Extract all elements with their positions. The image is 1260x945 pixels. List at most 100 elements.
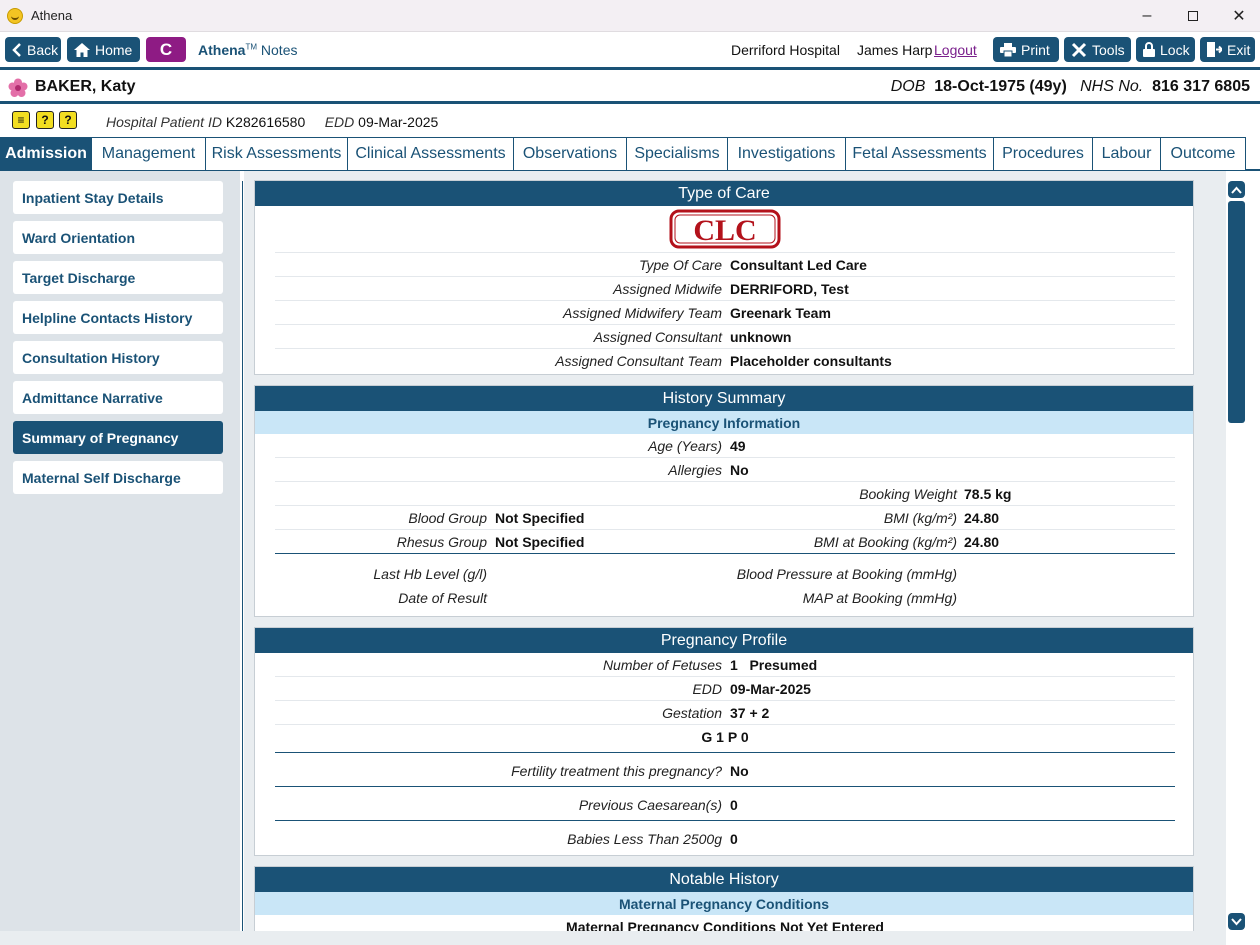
chevron-up-icon	[1231, 186, 1242, 194]
flower-icon	[8, 78, 28, 98]
booking-weight-row: Booking Weight 78.5 kg	[275, 482, 1175, 506]
clc-stamp-row: CLC	[275, 209, 1175, 253]
help-alert-icon[interactable]: ?	[36, 111, 54, 129]
chevron-left-icon	[12, 42, 22, 58]
hospital-name: Derriford Hospital	[731, 42, 840, 58]
patient-name: BAKER, Katy	[35, 78, 136, 95]
home-button[interactable]: Home	[67, 37, 140, 62]
maximize-button[interactable]	[1170, 0, 1216, 32]
minimize-button[interactable]: –	[1124, 0, 1170, 32]
previous-caesarean-row: Previous Caesarean(s) 0	[275, 793, 1175, 821]
print-button[interactable]: Print	[993, 37, 1059, 62]
tab-clinical-assessments[interactable]: Clinical Assessments	[347, 137, 514, 170]
list-alert-icon[interactable]: ≡	[12, 111, 30, 129]
patient-sub-banner: ≡ ? ? Hospital Patient ID K282616580 EDD…	[0, 107, 1260, 137]
lock-icon	[1143, 42, 1155, 58]
tools-label: Tools	[1092, 41, 1125, 58]
pregnancy-profile-header: Pregnancy Profile	[255, 628, 1193, 653]
tab-outcome[interactable]: Outcome	[1160, 137, 1246, 170]
sidebar-item-ward-orientation[interactable]: Ward Orientation	[13, 221, 223, 254]
history-summary-header: History Summary	[255, 386, 1193, 411]
blood-group-row: Blood Group Not Specified BMI (kg/m²) 24.8…	[275, 506, 1175, 530]
type-of-care-panel: Type of Care CLC Type Of Care Consultant …	[254, 180, 1194, 375]
notable-history-header: Notable History	[255, 867, 1193, 892]
sidebar-item-inpatient-stay[interactable]: Inpatient Stay Details	[13, 181, 223, 214]
back-button[interactable]: Back	[5, 37, 61, 62]
allergies-row: Allergies No	[275, 458, 1175, 482]
tab-specialisms[interactable]: Specialisms	[626, 137, 728, 170]
toolbar: Back Home C AthenaTM Notes Derriford Hos…	[0, 32, 1260, 68]
lock-button[interactable]: Lock	[1136, 37, 1195, 62]
number-of-fetuses-row: Number of Fetuses 1 Presumed	[275, 653, 1175, 677]
sidebar-divider	[242, 181, 243, 931]
type-of-care-row: Type Of Care Consultant Led Care	[275, 253, 1175, 277]
edd-row: EDD 09-Mar-2025	[275, 677, 1175, 701]
exit-label: Exit	[1227, 41, 1251, 58]
hospital-patient-id: Hospital Patient ID K282616580 EDD 09-Ma…	[106, 114, 439, 130]
app-logo-icon	[7, 7, 23, 24]
maximize-icon	[1188, 11, 1198, 21]
chevron-down-icon	[1231, 917, 1242, 925]
patient-banner: BAKER, Katy DOB 18-Oct-1975 (49y) NHS No…	[0, 70, 1260, 104]
exit-icon	[1207, 42, 1222, 58]
tab-risk-assessments[interactable]: Risk Assessments	[205, 137, 348, 170]
assigned-consultant-row: Assigned Consultant unknown	[275, 325, 1175, 349]
help-alert-icon-2[interactable]: ?	[59, 111, 77, 129]
exit-button[interactable]: Exit	[1200, 37, 1255, 62]
sidebar-item-target-discharge[interactable]: Target Discharge	[13, 261, 223, 294]
scroll-up-button[interactable]	[1228, 181, 1245, 198]
gp-row: G 1 P 0	[275, 725, 1175, 753]
sidebar-item-summary-of-pregnancy[interactable]: Summary of Pregnancy	[13, 421, 223, 454]
assigned-midwifery-team-row: Assigned Midwifery Team Greenark Team	[275, 301, 1175, 325]
sidebar-item-helpline-contacts[interactable]: Helpline Contacts History	[13, 301, 223, 334]
assigned-consultant-team-row: Assigned Consultant Team Placeholder cons…	[555, 353, 892, 369]
tools-button[interactable]: Tools	[1064, 37, 1131, 62]
tab-management[interactable]: Management	[91, 137, 206, 170]
lock-label: Lock	[1160, 41, 1190, 58]
home-icon	[74, 42, 90, 58]
tab-admission[interactable]: Admission	[0, 137, 92, 170]
tab-fetal-assessments[interactable]: Fetal Assessments	[845, 137, 994, 170]
sidebar-item-consultation-history[interactable]: Consultation History	[13, 341, 223, 374]
scroll-thumb[interactable]	[1228, 201, 1245, 423]
vertical-scrollbar[interactable]	[1226, 171, 1260, 945]
sidebar-item-maternal-self-discharge[interactable]: Maternal Self Discharge	[13, 461, 223, 494]
maternal-conditions-row: Maternal Pregnancy Conditions Not Yet En…	[566, 919, 884, 931]
app-name: AthenaTM Notes	[198, 42, 298, 58]
tools-icon	[1071, 42, 1087, 58]
sidebar-item-admittance-narrative[interactable]: Admittance Narrative	[13, 381, 223, 414]
pregnancy-profile-panel: Pregnancy Profile Number of Fetuses 1 Pre…	[254, 627, 1194, 856]
back-label: Back	[27, 41, 59, 58]
logout-link[interactable]: Logout	[934, 42, 977, 58]
home-label: Home	[95, 41, 133, 58]
scroll-down-button[interactable]	[1228, 913, 1245, 930]
tab-procedures[interactable]: Procedures	[993, 137, 1093, 170]
maternal-conditions-subheader: Maternal Pregnancy Conditions	[255, 892, 1193, 915]
main-tabs: Admission Management Risk Assessments Cl…	[0, 137, 1260, 171]
close-window-button[interactable]: ✕	[1216, 0, 1260, 32]
date-of-result-row: Date of Result MAP at Booking (mmHg)	[398, 590, 957, 606]
sidebar: Inpatient Stay Details Ward Orientation …	[0, 171, 240, 945]
pregnancy-information-subheader: Pregnancy Information	[255, 411, 1193, 434]
user-name: James Harp	[857, 42, 933, 58]
main-content: Type of Care CLC Type Of Care Consultant …	[244, 171, 1226, 931]
print-label: Print	[1021, 41, 1050, 58]
tab-observations[interactable]: Observations	[513, 137, 627, 170]
babies-less-than-row: Babies Less Than 2500g 0	[567, 831, 738, 847]
hb-level-row: Last Hb Level (g/l) Blood Pressure at Bo…	[373, 566, 957, 582]
type-of-care-header: Type of Care	[255, 181, 1193, 206]
tab-investigations[interactable]: Investigations	[727, 137, 846, 170]
window-title: Athena	[31, 8, 73, 23]
c-button[interactable]: C	[146, 37, 186, 62]
clc-stamp-icon: CLC	[669, 209, 781, 249]
tab-labour[interactable]: Labour	[1092, 137, 1161, 170]
main-bottom-strip	[0, 931, 1226, 945]
fertility-row: Fertility treatment this pregnancy? No	[275, 759, 1175, 787]
printer-icon	[1000, 42, 1016, 58]
history-summary-panel: History Summary Pregnancy Information Ag…	[254, 385, 1194, 617]
svg-text:CLC: CLC	[693, 214, 756, 247]
patient-dob-nhs: DOB 18-Oct-1975 (49y) NHS No. 816 317 68…	[890, 78, 1250, 95]
gestation-row: Gestation 37 + 2	[275, 701, 1175, 725]
window-titlebar: Athena – ✕	[0, 0, 1260, 32]
notable-history-panel: Notable History Maternal Pregnancy Condi…	[254, 866, 1194, 931]
